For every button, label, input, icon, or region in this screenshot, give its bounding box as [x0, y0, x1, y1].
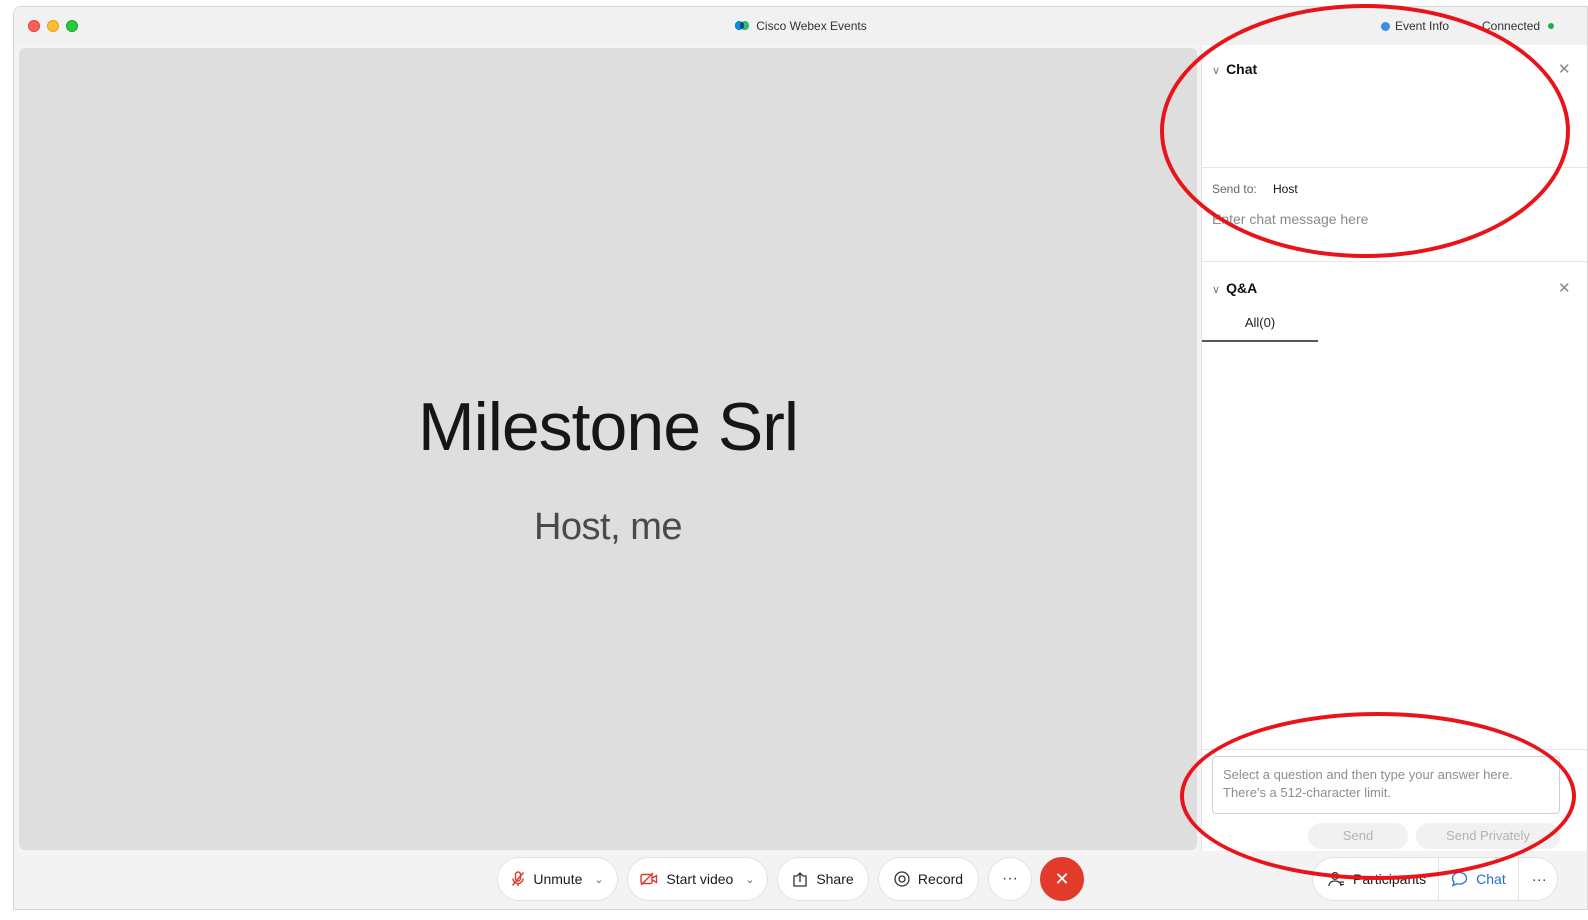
- presenter-role: Host, me: [533, 506, 683, 548]
- participants-button[interactable]: Participants: [1313, 858, 1440, 900]
- panel-toggle-group: Participants Chat ···: [1312, 857, 1558, 901]
- info-shield-icon: [1381, 22, 1390, 31]
- chat-section-header[interactable]: ∨ Chat: [1212, 61, 1257, 77]
- unmute-label: Unmute: [533, 871, 583, 887]
- start-video-label: Start video: [666, 871, 734, 887]
- chat-panel-button[interactable]: Chat: [1439, 858, 1519, 900]
- send-to-dropdown[interactable]: Host: [1273, 182, 1298, 196]
- video-off-icon: [640, 872, 658, 886]
- connected-dot-icon: [1548, 23, 1555, 29]
- qa-section-header[interactable]: ∨ Q&A: [1212, 280, 1257, 296]
- presenter-name: Milestone Srl: [417, 389, 799, 465]
- tab-all[interactable]: All(0): [1202, 315, 1318, 330]
- chat-message-input[interactable]: [1212, 207, 1572, 231]
- app-title: Cisco Webex Events: [756, 19, 867, 33]
- close-qa-icon[interactable]: ✕: [1558, 279, 1571, 297]
- record-icon: [894, 871, 910, 887]
- mic-muted-icon: [511, 871, 525, 887]
- chat-section-title: Chat: [1226, 61, 1258, 77]
- video-stage: Milestone Srl Host, me: [19, 48, 1197, 850]
- share-icon: [792, 871, 808, 887]
- record-label: Record: [917, 871, 964, 887]
- send-answer-button[interactable]: Send: [1308, 823, 1408, 849]
- chevron-down-icon: ∨: [1212, 284, 1221, 296]
- qa-answer-divider: [1202, 749, 1587, 750]
- event-info-button[interactable]: Event Info: [1381, 19, 1449, 33]
- chevron-down-icon[interactable]: ⌄: [594, 873, 603, 886]
- webex-logo-icon: [734, 20, 750, 31]
- record-button[interactable]: Record: [878, 857, 979, 901]
- chat-bubble-icon: [1451, 871, 1468, 887]
- chat-panel-label: Chat: [1476, 871, 1506, 887]
- send-to-label: Send to:: [1212, 182, 1257, 196]
- side-panel: ∨ Chat ✕ Send to: Host ∨ Q&A ✕ All(0) Send…: [1201, 45, 1587, 851]
- chat-divider: [1202, 167, 1587, 168]
- start-video-button[interactable]: Start video ⌄: [627, 857, 768, 901]
- qa-answer-input[interactable]: [1212, 756, 1560, 814]
- title-bar: Cisco Webex Events Event Info Connected: [14, 7, 1587, 45]
- chevron-down-icon: ∨: [1212, 65, 1221, 77]
- share-button[interactable]: Share: [777, 857, 869, 901]
- more-options-button[interactable]: ···: [988, 857, 1032, 901]
- send-privately-button[interactable]: Send Privately: [1416, 823, 1560, 849]
- leave-meeting-button[interactable]: ✕: [1040, 857, 1084, 901]
- tab-all-underline: [1202, 340, 1318, 342]
- chat-qa-divider: [1202, 261, 1587, 262]
- share-label: Share: [816, 871, 854, 887]
- webex-window: Cisco Webex Events Event Info Connected …: [13, 6, 1588, 910]
- connection-status[interactable]: Connected: [1482, 19, 1555, 33]
- chevron-down-icon[interactable]: ⌄: [745, 873, 754, 886]
- participants-icon: [1328, 871, 1345, 887]
- unmute-button[interactable]: Unmute ⌄: [497, 857, 618, 901]
- qa-section-title: Q&A: [1226, 280, 1258, 296]
- participants-label: Participants: [1353, 871, 1427, 887]
- event-info-label: Event Info: [1395, 19, 1450, 33]
- close-chat-icon[interactable]: ✕: [1558, 60, 1571, 78]
- window-title: Cisco Webex Events: [14, 19, 1587, 33]
- panel-more-button[interactable]: ···: [1519, 858, 1557, 900]
- connection-status-label: Connected: [1482, 19, 1541, 33]
